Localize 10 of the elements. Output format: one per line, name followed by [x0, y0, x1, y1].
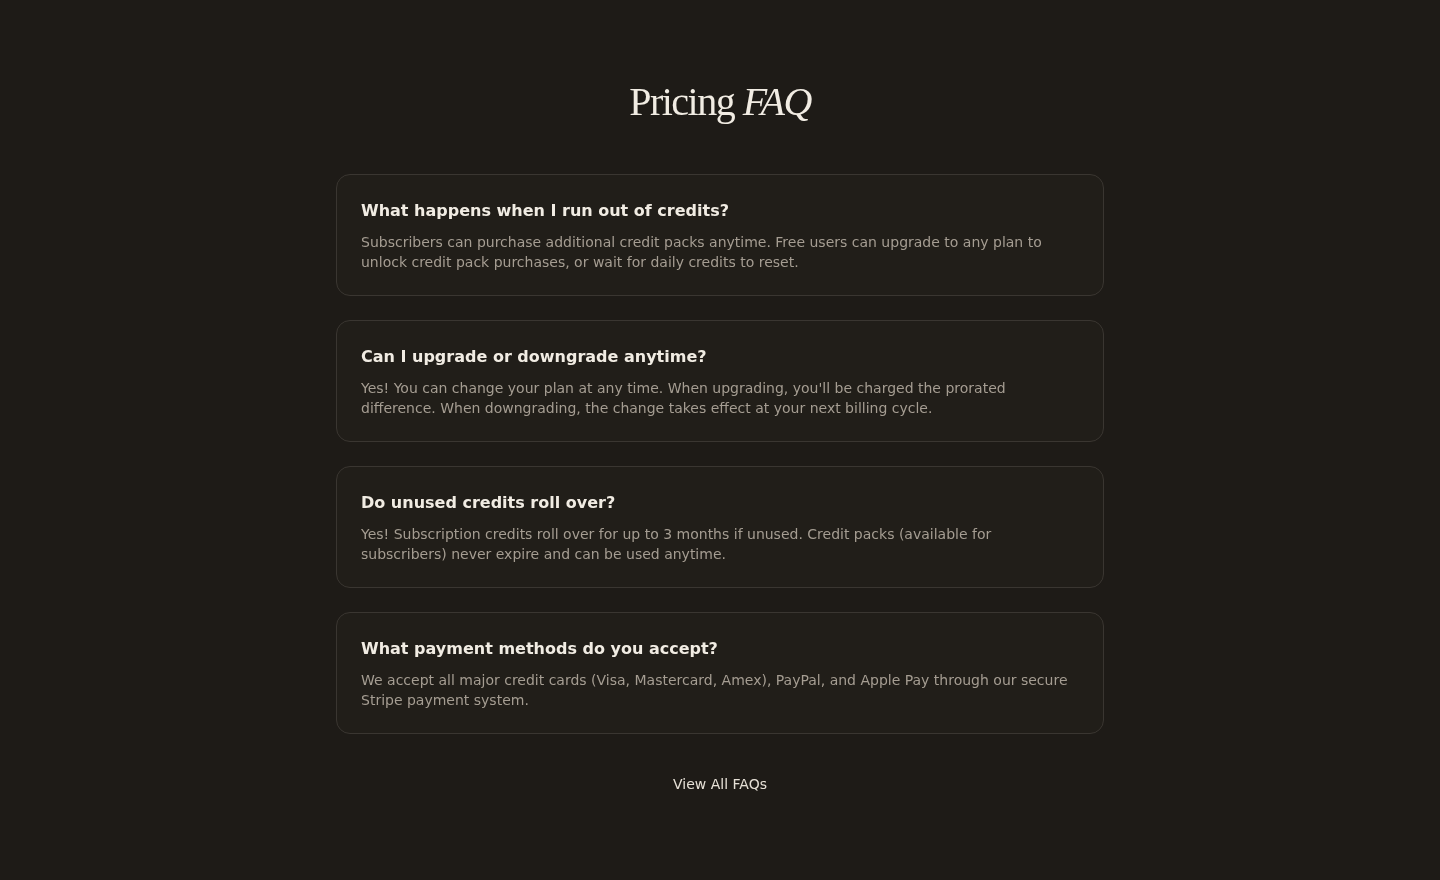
view-all-faqs-link[interactable]: View All FAQs: [673, 774, 767, 794]
page-title: Pricing FAQ: [629, 78, 811, 126]
faq-answer: Yes! You can change your plan at any time. When upgrading, you'll be charged the prorated difference. When downgrading, the change takes effect at your next billing cycle.: [361, 379, 1007, 418]
faq-question: What payment methods do you accept?: [361, 638, 719, 660]
faq-answer: We accept all major credit cards (Visa, Mastercard, Amex), PayPal, and Apple Pay through our secure Stripe payment system.: [361, 671, 1069, 710]
faq-question: Can I upgrade or downgrade anytime?: [361, 346, 708, 368]
faq-answer: Subscribers can purchase additional credit packs anytime. Free users can upgrade to any plan to unlock credit pack purchases, or wait for daily credits to reset.: [361, 233, 1043, 272]
faq-question: Do unused credits roll over?: [361, 492, 617, 514]
faq-answer: Yes! Subscription credits roll over for up to 3 months if unused. Credit packs (available for subscribers) never expire and can be used anytime.: [361, 525, 993, 564]
faq-question: What happens when I run out of credits?: [361, 200, 730, 222]
